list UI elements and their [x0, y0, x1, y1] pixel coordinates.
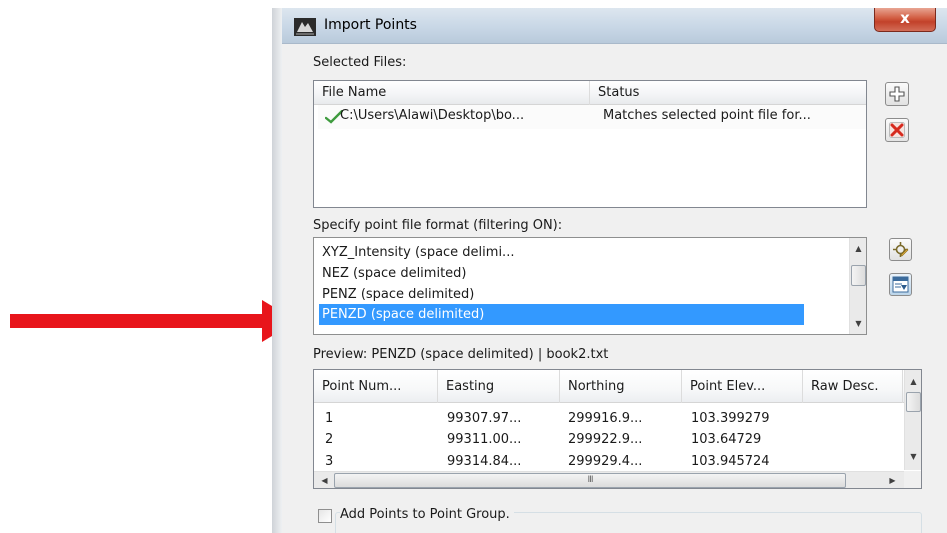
remove-file-icon — [889, 122, 905, 138]
format-item-penzd[interactable]: PENZD (space delimited) — [319, 304, 804, 325]
selected-files-header: File Name Status — [314, 81, 866, 105]
selected-files-list[interactable]: File Name Status C:\Users\Alawi\Desktop\… — [313, 80, 867, 208]
file-name-cell: C:\Users\Alawi\Desktop\bo... — [340, 108, 525, 123]
scroll-up-icon[interactable]: ▲ — [850, 240, 866, 257]
scroll-left-icon[interactable]: ◀ — [316, 472, 333, 488]
cell-northing: 299916.9... — [568, 411, 643, 426]
scroll-grip: III — [587, 475, 594, 485]
edit-format-icon — [892, 276, 909, 293]
title-bar[interactable]: Import Points x — [282, 8, 947, 44]
cell-easting: 99307.97... — [447, 411, 522, 426]
horizontal-scroll-thumb[interactable]: III — [334, 473, 846, 488]
format-list-scrollbar[interactable]: ▲ ▼ — [849, 238, 866, 334]
format-item-xyz-intensity[interactable]: XYZ_Intensity (space delimi... — [319, 242, 804, 263]
add-to-point-group-label[interactable]: Add Points to Point Group. — [340, 507, 514, 522]
close-button[interactable]: x — [874, 8, 936, 32]
scroll-up-icon[interactable]: ▲ — [905, 373, 921, 390]
column-easting[interactable]: Easting — [438, 370, 560, 403]
cell-point-number: 2 — [325, 432, 334, 447]
cell-easting: 99314.84... — [447, 454, 522, 469]
preview-horizontal-scrollbar[interactable]: ◀ III ▶ — [314, 471, 904, 488]
cell-northing: 299922.9... — [568, 432, 643, 447]
preview-label: Preview: PENZD (space delimited) | book2… — [313, 347, 609, 362]
column-status[interactable]: Status — [590, 81, 866, 105]
add-to-point-group-checkbox[interactable] — [318, 509, 332, 523]
cell-elevation: 103.945724 — [691, 454, 770, 469]
scroll-right-icon[interactable]: ▶ — [884, 472, 901, 488]
civil3d-app-icon — [294, 18, 316, 36]
close-icon: x — [900, 9, 910, 27]
scroll-thumb[interactable] — [906, 392, 921, 412]
format-label: Specify point file format (filtering ON)… — [313, 218, 563, 233]
column-point-elevation[interactable]: Point Elev... — [682, 370, 803, 403]
preview-header: Point Num... Easting Northing Point Elev… — [314, 370, 921, 403]
table-row[interactable]: C:\Users\Alawi\Desktop\bo... Matches sel… — [318, 105, 866, 129]
cell-point-number: 1 — [325, 411, 334, 426]
manage-formats-icon — [893, 242, 909, 257]
edit-format-button[interactable] — [889, 273, 912, 296]
window-left-edge — [272, 8, 282, 533]
cell-point-number: 3 — [325, 454, 334, 469]
column-file-name[interactable]: File Name — [314, 81, 590, 105]
cell-easting: 99311.00... — [447, 432, 522, 447]
remove-file-button[interactable] — [885, 118, 909, 142]
cell-northing: 299929.4... — [568, 454, 643, 469]
column-point-number[interactable]: Point Num... — [314, 370, 438, 403]
scroll-down-icon[interactable]: ▼ — [905, 448, 921, 465]
format-item-nez[interactable]: NEZ (space delimited) — [319, 263, 804, 284]
add-file-button[interactable] — [885, 82, 909, 106]
scroll-corner — [904, 471, 921, 488]
format-item-penz[interactable]: PENZ (space delimited) — [319, 284, 804, 305]
preview-vertical-scrollbar[interactable]: ▲ ▼ — [904, 370, 921, 470]
column-northing[interactable]: Northing — [560, 370, 682, 403]
cell-elevation: 103.399279 — [691, 411, 770, 426]
dialog-body: Selected Files: File Name Status C:\User… — [282, 44, 947, 533]
format-list[interactable]: XYZ_Intensity (space delimi... NEZ (spac… — [313, 237, 867, 335]
column-raw-description[interactable]: Raw Desc. — [803, 370, 903, 403]
scroll-thumb[interactable] — [851, 265, 866, 286]
cell-elevation: 103.64729 — [691, 432, 762, 447]
add-file-icon — [889, 86, 905, 102]
window-title: Import Points — [324, 17, 417, 33]
manage-formats-button[interactable] — [889, 238, 912, 261]
scroll-down-icon[interactable]: ▼ — [850, 315, 866, 332]
status-cell: Matches selected point file for... — [603, 108, 811, 123]
selected-files-label: Selected Files: — [313, 55, 407, 70]
preview-table[interactable]: Point Num... Easting Northing Point Elev… — [313, 369, 922, 489]
